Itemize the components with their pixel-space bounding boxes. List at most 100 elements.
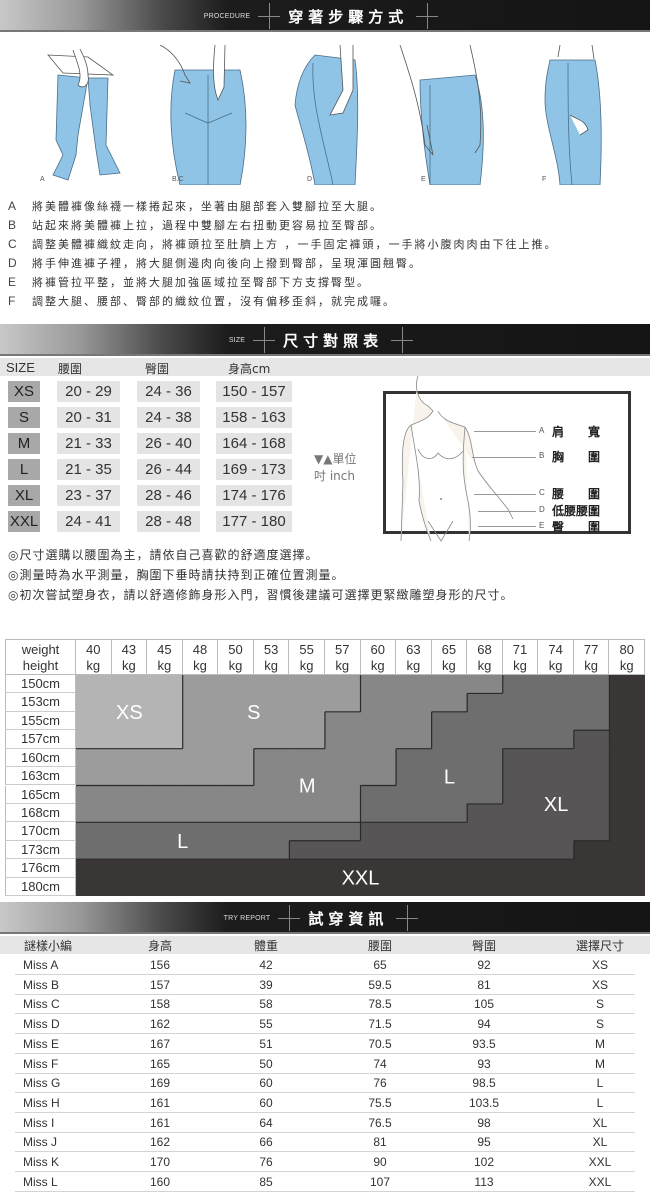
size-cell-s <box>182 748 219 768</box>
size-cell-xs <box>111 675 148 695</box>
y-tick-label: 163cm <box>5 767 76 786</box>
size-cell-s <box>111 767 148 787</box>
size-cell-m <box>182 803 219 823</box>
waist-value: 70.5 <box>368 1036 392 1051</box>
header-weight: 體重 <box>253 939 279 953</box>
size-cell-s <box>253 730 290 750</box>
size-cell-s <box>324 675 362 695</box>
size-cell-xxl <box>111 877 148 896</box>
size-cell-xl <box>573 822 611 842</box>
size-cell-l <box>431 803 468 823</box>
size-cell-xl <box>467 840 504 860</box>
size-value-cell: 20 - 31 <box>57 407 120 428</box>
x-tick-label: 71 kg <box>502 639 539 675</box>
measure-key: B <box>539 451 545 460</box>
unit-line: ▼▲單位 <box>314 452 357 466</box>
size-cell-xxl <box>609 767 645 787</box>
size-cell-xl <box>502 803 539 823</box>
size-cell-l <box>573 711 611 731</box>
size-cell-xxl <box>609 840 645 860</box>
x-tick-label: 57 kg <box>324 639 361 675</box>
size-cell-l <box>360 803 397 823</box>
x-tick-label: 53 kg <box>253 639 290 675</box>
size-cell-m <box>253 803 290 823</box>
banner-title: 尺寸對照表 <box>283 331 384 350</box>
header-hip: 臀圍 <box>145 362 170 376</box>
size-cell-xs <box>147 675 184 695</box>
size-cell-l <box>502 675 539 695</box>
size-cell-l <box>431 711 468 731</box>
header-waist: 腰圍 <box>58 362 83 376</box>
size-cell-xl <box>360 822 397 842</box>
size-value-cell: 24 - 36 <box>137 381 200 402</box>
size-cell-xxl <box>467 877 504 896</box>
step-key: A <box>8 198 17 213</box>
size-cell-xxl <box>396 877 433 896</box>
editor-name: Miss E <box>23 1036 59 1051</box>
size-cell-xxl <box>289 877 326 896</box>
hip-value: 93.5 <box>472 1036 496 1051</box>
header-editor: 謎樣小編 <box>23 939 73 953</box>
region-label: XL <box>544 794 568 816</box>
size-cell-xxl <box>111 859 148 879</box>
size-cell-s <box>182 767 219 787</box>
region-label: XS <box>116 702 143 724</box>
figure-label: E <box>421 176 426 183</box>
unit-note: ▼▲單位 吋 inch <box>314 451 356 485</box>
size-cell-xl <box>467 822 504 842</box>
size-cell-m <box>360 748 397 768</box>
measure-label: 肩 寬 <box>552 425 601 439</box>
x-tick-label: 60 kg <box>360 639 397 675</box>
size-cell-xxl <box>182 859 219 879</box>
note-item: ◎初次嘗試塑身衣，請以舒適修飾身形入門，習慣後建議可選擇更緊緻雕塑身形的尺寸。 <box>8 588 514 602</box>
size-cell-s <box>182 711 219 731</box>
size-cell-s <box>76 767 113 787</box>
size-cell-xxl <box>573 877 611 896</box>
size-cell-xl <box>289 840 326 860</box>
size-value: M <box>595 1036 605 1051</box>
size-cell-xxl <box>431 877 468 896</box>
y-tick-label: 180cm <box>5 877 76 896</box>
size-cell-xl <box>502 748 539 768</box>
table-row: Miss F 165 50 74 93 M <box>15 1054 635 1074</box>
size-cell-m <box>324 767 362 787</box>
size-cell-m <box>253 767 290 787</box>
hip-value: 94 <box>477 1017 491 1032</box>
x-tick-label: 68 kg <box>467 639 503 675</box>
size-cell-xxl <box>609 748 645 768</box>
weight-value: 58 <box>259 997 273 1012</box>
size-cell-xl <box>502 840 539 860</box>
size-cell-s <box>289 693 326 713</box>
waist-value: 90 <box>373 1155 387 1169</box>
size-cell-l <box>431 730 468 750</box>
y-tick-label: 165cm <box>5 785 76 804</box>
size-cell-m <box>253 748 290 768</box>
size-cell-l <box>76 822 113 842</box>
size-cell-xxl <box>573 840 611 860</box>
size-cell-l <box>467 693 504 713</box>
size-value: XXL <box>588 1155 612 1169</box>
step-text: 調整大腿、腰部、臀部的織紋位置，沒有偏移歪斜，就完成囉。 <box>32 294 396 308</box>
header-chosen-size: 選擇尺寸 <box>575 939 625 953</box>
size-cell-xxl <box>76 859 113 879</box>
waist-value: 81 <box>373 1135 387 1150</box>
table-row: Miss E 167 51 70.5 93.5 M <box>15 1034 635 1054</box>
size-value-cell: 24 - 41 <box>57 511 120 532</box>
size-value-cell: 169 - 173 <box>216 459 292 480</box>
size-cell-xxl <box>147 859 184 879</box>
size-cell-xs <box>111 730 148 750</box>
size-cell-m <box>76 785 113 805</box>
header-hip: 臀圍 <box>471 939 497 953</box>
height-value: 165 <box>149 1056 171 1071</box>
size-cell-m <box>324 730 362 750</box>
size-cell-xl <box>538 767 575 787</box>
measure-line <box>474 494 536 495</box>
size-cell-m <box>431 693 468 713</box>
size-notes: ◎尺寸選購以腰圍為主，請依自己喜歡的舒適度選擇。 ◎測量時為水平測量，胸圍下垂時… <box>8 546 513 606</box>
waist-value: 78.5 <box>368 997 392 1012</box>
size-cell-m <box>360 693 397 713</box>
size-cell-xl <box>502 822 539 842</box>
hip-value: 92 <box>477 958 491 972</box>
x-tick-label: 77 kg <box>573 639 610 675</box>
size-cell-m <box>76 803 113 823</box>
